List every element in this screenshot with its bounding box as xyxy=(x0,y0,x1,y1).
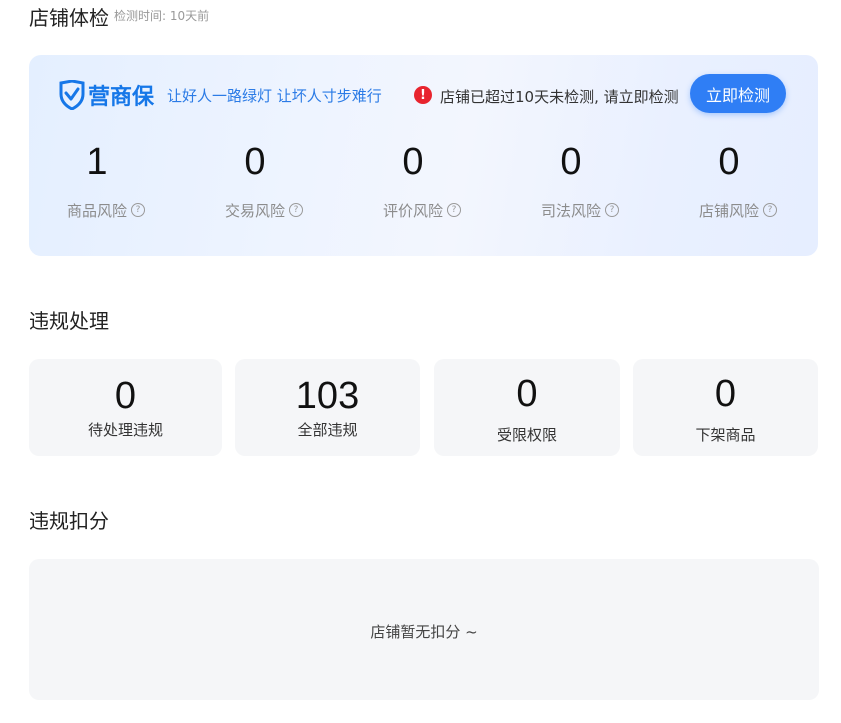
risk-label-text: 店铺风险 xyxy=(699,201,760,220)
help-icon[interactable]: ? xyxy=(289,203,304,217)
stat-label: 全部违规 xyxy=(297,421,358,439)
risk-label-text: 交易风险 xyxy=(225,201,286,220)
deductions-section-title: 违规扣分 xyxy=(29,509,109,533)
stat-value: 0 xyxy=(516,373,538,415)
empty-state-text: 店铺暂无扣分 ~ xyxy=(370,623,478,641)
risk-label-judicial: 司法风险 ? xyxy=(541,200,620,220)
risk-value-store[interactable]: 0 xyxy=(689,141,769,184)
risk-label-text: 司法风险 xyxy=(541,201,602,220)
help-icon[interactable]: ? xyxy=(131,203,146,217)
store-health-card: 营商保 让好人一路绿灯 让坏人寸步难行 ! 店铺已超过10天未检测, 请立即检测… xyxy=(29,55,818,256)
check-now-button[interactable]: 立即检测 xyxy=(690,74,786,113)
brand-logo: 营商保 xyxy=(59,78,154,112)
risk-label-store: 店铺风险 ? xyxy=(699,200,778,220)
stat-label: 受限权限 xyxy=(496,426,557,444)
stat-card-restricted-permissions[interactable]: 0 受限权限 xyxy=(434,359,620,456)
warning-icon: ! xyxy=(414,86,432,104)
brand-name: 营商保 xyxy=(88,85,155,110)
risk-label-text: 商品风险 xyxy=(67,201,128,220)
help-icon[interactable]: ? xyxy=(447,203,462,217)
risk-value-review[interactable]: 0 xyxy=(373,141,453,184)
brand-slogan: 让好人一路绿灯 让坏人寸步难行 xyxy=(167,87,382,105)
stat-card-delisted-products[interactable]: 0 下架商品 xyxy=(633,359,818,456)
risk-label-text: 评价风险 xyxy=(383,201,444,220)
help-icon[interactable]: ? xyxy=(763,203,778,217)
warning-text: 店铺已超过10天未检测, 请立即检测 xyxy=(440,88,679,106)
violations-section-title: 违规处理 xyxy=(29,309,109,333)
help-icon[interactable]: ? xyxy=(605,203,620,217)
stat-value: 0 xyxy=(714,373,737,415)
risk-value-product[interactable]: 1 xyxy=(57,141,137,184)
risk-label-transaction: 交易风险 ? xyxy=(225,200,304,220)
deductions-panel: 店铺暂无扣分 ~ xyxy=(29,559,819,700)
stat-value: 0 xyxy=(114,375,137,417)
page-title: 店铺体检 xyxy=(29,6,109,30)
shield-logo-icon xyxy=(59,80,85,110)
risk-label-review: 评价风险 ? xyxy=(383,200,462,220)
risk-value-transaction[interactable]: 0 xyxy=(215,141,295,184)
stat-label: 下架商品 xyxy=(695,426,756,444)
stat-card-all-violations[interactable]: 103 全部违规 xyxy=(235,359,420,456)
risk-value-judicial[interactable]: 0 xyxy=(531,141,611,184)
risk-label-product: 商品风险 ? xyxy=(67,200,146,220)
stat-value: 103 xyxy=(295,375,360,417)
stat-card-pending-violations[interactable]: 0 待处理违规 xyxy=(29,359,222,456)
check-time: 检测时间: 10天前 xyxy=(114,9,210,23)
stat-label: 待处理违规 xyxy=(87,421,163,439)
